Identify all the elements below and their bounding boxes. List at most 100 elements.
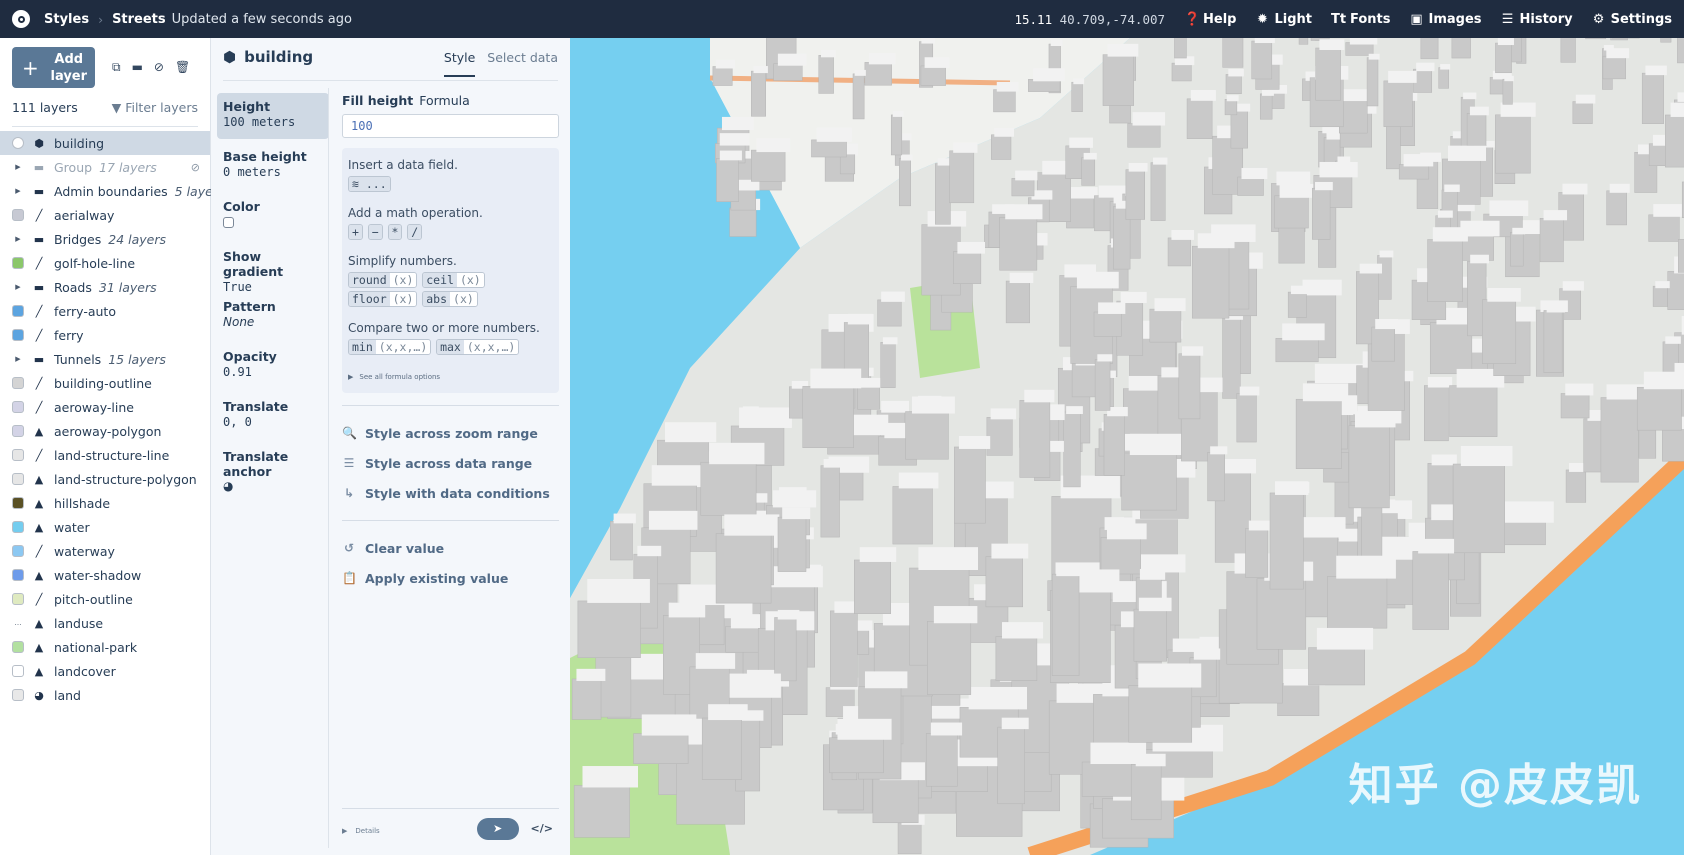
property-height[interactable]: Height 100 meters (217, 93, 329, 139)
style-data-conditions-button[interactable]: ↳ Style with data conditions (342, 478, 559, 508)
property-translate[interactable]: Translate 0, 0 (217, 393, 329, 439)
min-function-chip[interactable]: min (x,x,…) (348, 339, 432, 355)
building-side (802, 386, 854, 449)
property-color[interactable]: Color (217, 193, 329, 239)
property-opacity[interactable]: Opacity 0.91 (217, 343, 329, 389)
layer-item-landcover[interactable]: ▲ landcover (0, 659, 210, 683)
building-roof (641, 714, 697, 736)
apply-existing-value-button[interactable]: 📋 Apply existing value (342, 563, 559, 593)
expand-caret-icon[interactable]: ▶ (12, 355, 24, 363)
building-side (1174, 38, 1187, 59)
layer-item-ferry-auto[interactable]: ╱ ferry-auto (0, 299, 210, 323)
building-side (1660, 38, 1672, 43)
map-3d-view[interactable] (570, 38, 1684, 855)
layer-item-land[interactable]: ◕ land (0, 683, 210, 707)
expand-caret-icon[interactable]: ▶ (12, 163, 24, 171)
formula-input[interactable]: 100 (342, 114, 559, 138)
layer-item-building-outline[interactable]: ╱ building-outline (0, 371, 210, 395)
layer-item-admin-boundaries[interactable]: ▶ ▬ Admin boundaries 5 layers (0, 179, 224, 203)
layer-item-roads[interactable]: ▶ ▬ Roads 31 layers (0, 275, 210, 299)
layer-item-ferry[interactable]: ╱ ferry (0, 323, 210, 347)
property-show-gradient[interactable]: Show gradient True (217, 243, 329, 294)
layer-color-swatch (12, 593, 24, 605)
layer-item-waterway[interactable]: ╱ waterway (0, 539, 210, 563)
details-toggle[interactable]: ▶ Details (342, 821, 388, 836)
history-button[interactable]: ☰ History (1501, 12, 1573, 27)
expand-caret-icon[interactable]: ▶ (12, 283, 24, 291)
expand-caret-icon[interactable]: ▶ (12, 187, 24, 195)
see-all-formula-options[interactable]: ▶ See all formula options (348, 369, 553, 383)
layer-item-land-structure-polygon[interactable]: ▲ land-structure-polygon (0, 467, 210, 491)
tab-style[interactable]: Style (443, 50, 476, 77)
fn-args: (x,x,…) (463, 340, 519, 354)
expand-caret-icon[interactable]: ▶ (12, 235, 24, 243)
layer-item-hillshade[interactable]: ▲ hillshade (0, 491, 210, 515)
folder-icon[interactable]: ▬ (132, 60, 143, 75)
studio-logo-icon[interactable] (12, 10, 30, 28)
building-side (1383, 80, 1413, 127)
math-op-chip[interactable]: * (387, 224, 403, 240)
building-roof (1349, 38, 1378, 45)
building-side (1191, 245, 1230, 319)
building-side (712, 66, 733, 86)
layer-item-land-structure-line[interactable]: ╱ land-structure-line (0, 443, 210, 467)
building-roof (1653, 204, 1684, 217)
building-roof (1241, 167, 1268, 180)
layer-item-group[interactable]: ▶ ▬ Group 17 layers ⊘ (0, 155, 210, 179)
layer-item-landuse[interactable]: … ▲ landuse (0, 611, 210, 635)
layer-item-bridges[interactable]: ▶ ▬ Bridges 24 layers (0, 227, 210, 251)
layer-item-aeroway-polygon[interactable]: ▲ aeroway-polygon (0, 419, 210, 443)
trash-icon[interactable]: 🗑 (175, 60, 190, 75)
layer-item-golf-hole-line[interactable]: ╱ golf-hole-line (0, 251, 210, 275)
building-side (1429, 322, 1473, 375)
layer-item-water[interactable]: ▲ water (0, 515, 210, 539)
group-layer-icon: ▬ (33, 280, 45, 294)
filter-layers-button[interactable]: ▼ Filter layers (112, 100, 198, 115)
images-button[interactable]: ▣ Images (1410, 12, 1481, 27)
layer-item-national-park[interactable]: ▲ national-park (0, 635, 210, 659)
floor-function-chip[interactable]: floor (x) (348, 291, 418, 307)
property-base-height[interactable]: Base height 0 meters (217, 143, 329, 189)
settings-button[interactable]: ⚙ Settings (1592, 12, 1672, 27)
breadcrumb-styles[interactable]: Styles (44, 12, 89, 27)
code-view-button[interactable]: </> (531, 822, 553, 835)
building-roof (1336, 555, 1396, 579)
building-side (610, 521, 633, 561)
property-pattern[interactable]: Pattern None (217, 293, 329, 339)
property-translate-anchor[interactable]: Translate anchor ◕ (217, 443, 329, 493)
clear-value-button[interactable]: ↺ Clear value (342, 533, 559, 563)
add-layer-button[interactable]: + Add layer (12, 47, 95, 88)
building-side (1648, 214, 1680, 242)
select-mode-button[interactable]: ➤ (476, 817, 519, 840)
fonts-button[interactable]: Tt Fonts (1331, 12, 1391, 27)
help-button[interactable]: ❓ Help (1184, 12, 1236, 27)
round-function-chip[interactable]: round (x) (348, 272, 418, 288)
hide-icon[interactable]: ⊘ (154, 60, 164, 75)
layer-item-building[interactable]: ⬢ building (0, 131, 210, 155)
max-function-chip[interactable]: max (x,x,…) (436, 339, 520, 355)
building-roof (1448, 145, 1487, 161)
editor-mode[interactable]: Formula (419, 93, 470, 108)
layer-item-aeroway-line[interactable]: ╱ aeroway-line (0, 395, 210, 419)
building-side (751, 70, 767, 117)
ceil-function-chip[interactable]: ceil (x) (422, 272, 485, 288)
layer-item-tunnels[interactable]: ▶ ▬ Tunnels 15 layers (0, 347, 210, 371)
layer-item-water-shadow[interactable]: ▲ water-shadow (0, 563, 210, 587)
style-across-zoom-button[interactable]: 🔍 Style across zoom range (342, 418, 559, 448)
math-op-chip[interactable]: − (367, 224, 383, 240)
building-side (830, 610, 858, 687)
abs-function-chip[interactable]: abs (x) (422, 291, 478, 307)
math-op-chip[interactable]: + (348, 224, 363, 240)
tab-select-data[interactable]: Select data (487, 50, 558, 77)
breadcrumb-style-name[interactable]: Streets (112, 12, 166, 27)
duplicate-icon[interactable]: ⧉ (112, 60, 121, 75)
map-canvas[interactable]: 知乎 @皮皮凯 (570, 38, 1684, 855)
hidden-icon[interactable]: ⊘ (191, 161, 200, 174)
data-field-chip[interactable]: ≋ ... (348, 176, 391, 192)
math-op-chip[interactable]: / (407, 224, 423, 240)
style-across-data-button[interactable]: ☰ Style across data range (342, 448, 559, 478)
layer-item-pitch-outline[interactable]: ╱ pitch-outline (0, 587, 210, 611)
building-roof (1275, 481, 1309, 495)
layer-item-aerialway[interactable]: ╱ aerialway (0, 203, 210, 227)
light-button[interactable]: ✹ Light (1255, 12, 1312, 27)
